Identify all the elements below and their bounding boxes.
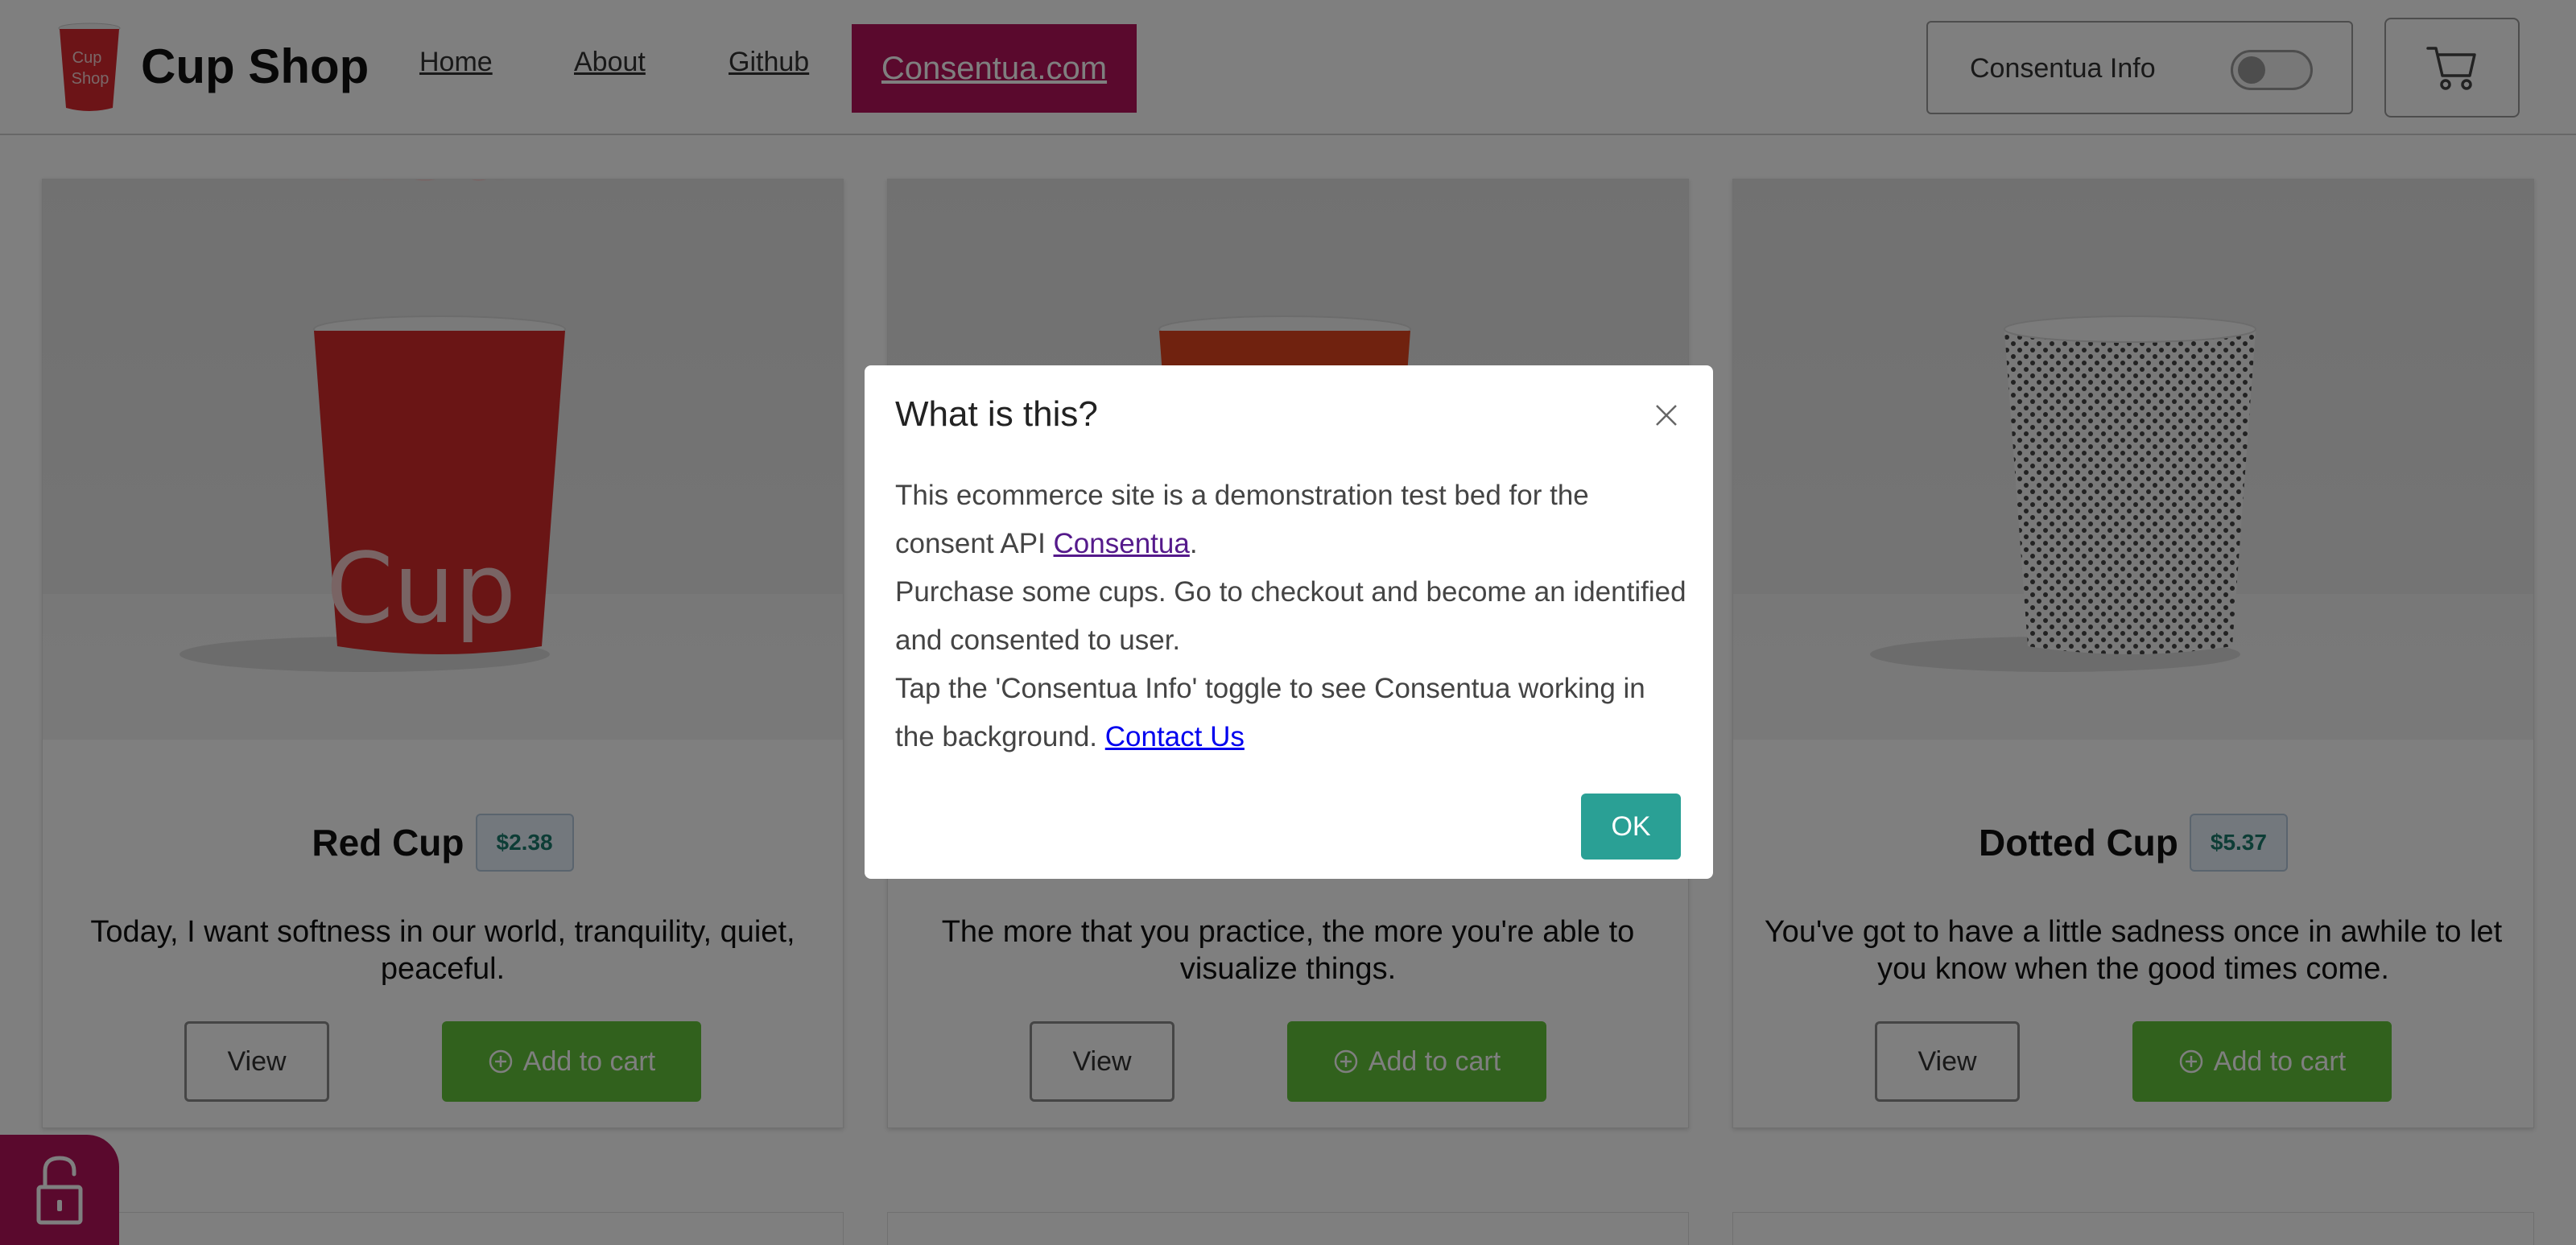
modal-paragraph-1: This ecommerce site is a demonstration t… bbox=[895, 472, 1692, 568]
modal-body: This ecommerce site is a demonstration t… bbox=[895, 472, 1692, 761]
modal-text-1-end: . bbox=[1189, 528, 1198, 559]
modal-close-button[interactable] bbox=[1647, 396, 1686, 435]
modal-text-3: Tap the 'Consentua Info' toggle to see C… bbox=[895, 673, 1645, 752]
modal-paragraph-2: Purchase some cups. Go to checkout and b… bbox=[895, 576, 1686, 656]
modal-ok-button[interactable]: OK bbox=[1581, 794, 1681, 860]
modal-title: What is this? bbox=[895, 394, 1098, 434]
consentua-link[interactable]: Consentua bbox=[1054, 528, 1190, 559]
close-icon bbox=[1656, 405, 1677, 426]
modal-paragraph-3: Tap the 'Consentua Info' toggle to see C… bbox=[895, 665, 1692, 761]
what-is-this-modal: What is this? This ecommerce site is a d… bbox=[865, 365, 1713, 879]
contact-us-link[interactable]: Contact Us bbox=[1105, 721, 1245, 752]
modal-text-1: This ecommerce site is a demonstration t… bbox=[895, 480, 1589, 559]
